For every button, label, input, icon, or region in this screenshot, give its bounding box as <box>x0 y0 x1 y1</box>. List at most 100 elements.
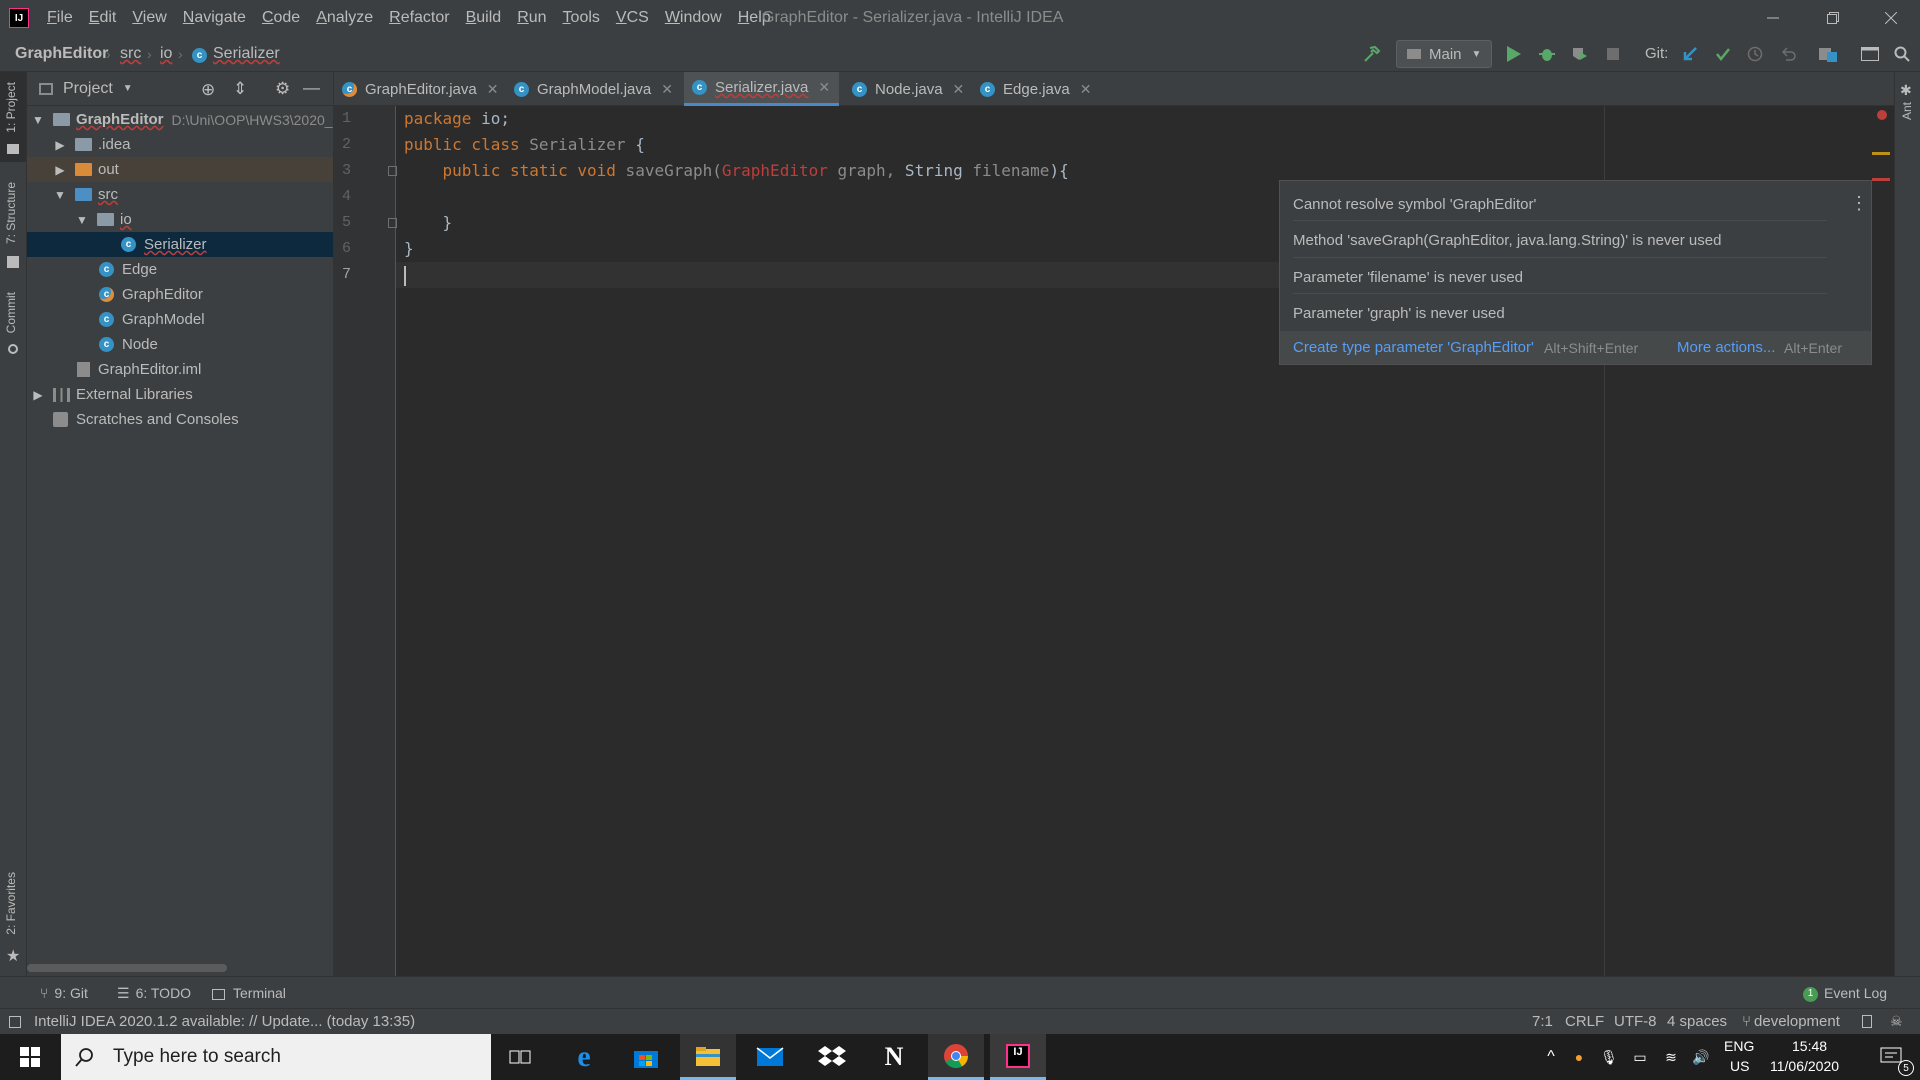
horizontal-scrollbar[interactable] <box>27 964 227 972</box>
taskbar-app-explorer[interactable] <box>680 1034 736 1080</box>
gear-icon[interactable]: ⚙ <box>275 79 290 99</box>
terminal-tool-button[interactable]: Terminal <box>212 977 286 1009</box>
close-tab-icon[interactable]: ✕ <box>953 81 965 98</box>
indent-setting[interactable]: 4 spaces <box>1667 1009 1727 1035</box>
tree-item-iml[interactable]: GraphEditor.iml <box>27 357 333 382</box>
tab-graphmodel[interactable]: c GraphModel.java ✕ <box>506 72 681 106</box>
collapsed-arrow-icon[interactable]: ▶ <box>53 163 67 177</box>
ant-icon[interactable]: ✱ <box>1900 82 1912 99</box>
debug-button[interactable] <box>1537 44 1557 64</box>
breadcrumb-io[interactable]: io <box>160 36 172 72</box>
action-center-button[interactable]: 5 <box>1862 1034 1920 1080</box>
taskbar-search-box[interactable]: Type here to search <box>61 1034 491 1080</box>
project-view-selector[interactable]: Project <box>63 80 113 98</box>
popup-problem-item[interactable]: Parameter 'filename' is never used <box>1293 269 1523 286</box>
taskbar-app-intellij[interactable]: IJ <box>990 1034 1046 1080</box>
more-options-icon[interactable]: ⋮ <box>1850 194 1868 212</box>
popup-problem-item[interactable]: Method 'saveGraph(GraphEditor, java.lang… <box>1293 232 1721 249</box>
minimize-button[interactable] <box>1744 0 1802 36</box>
git-rollback-button[interactable] <box>1778 44 1798 64</box>
close-tab-icon[interactable]: ✕ <box>818 79 830 96</box>
close-window-button[interactable] <box>1862 0 1920 36</box>
tab-serializer[interactable]: c Serializer.java ✕ <box>684 72 839 106</box>
expanded-arrow-icon[interactable]: ▼ <box>31 113 45 127</box>
popup-problem-item[interactable]: Parameter 'graph' is never used <box>1293 305 1505 322</box>
wifi-icon[interactable]: ≋ <box>1660 1034 1682 1080</box>
taskbar-app-store[interactable] <box>618 1034 674 1080</box>
lock-icon[interactable] <box>1862 1015 1872 1028</box>
project-tool-tab[interactable]: 1: Project <box>0 72 26 162</box>
structure-tool-tab[interactable]: 7: Structure <box>0 182 26 272</box>
create-type-parameter-link[interactable]: Create type parameter 'GraphEditor' <box>1293 339 1534 356</box>
volume-icon[interactable]: 🔊 <box>1690 1034 1712 1080</box>
error-stripe[interactable] <box>1870 106 1894 976</box>
show-hidden-icons-chevron-icon[interactable]: ^ <box>1540 1034 1562 1080</box>
tree-item-node[interactable]: c Node <box>27 332 333 357</box>
menu-build[interactable]: Build <box>458 0 510 36</box>
taskbar-app-chrome[interactable] <box>928 1034 984 1080</box>
warning-marker[interactable] <box>1872 152 1890 155</box>
line-separator[interactable]: CRLF <box>1565 1009 1604 1035</box>
menu-view[interactable]: View <box>124 0 174 36</box>
input-language-indicator[interactable]: ENG US <box>1718 1034 1758 1080</box>
menu-file[interactable]: File <box>39 0 81 36</box>
menu-window[interactable]: Window <box>657 0 730 36</box>
microphone-icon[interactable]: 🎙 <box>1598 1034 1620 1080</box>
close-tab-icon[interactable]: ✕ <box>661 81 673 98</box>
favorites-tool-tab[interactable]: 2: Favorites ★ <box>0 872 26 972</box>
caret-position[interactable]: 7:1 <box>1532 1009 1553 1035</box>
run-button[interactable] <box>1504 44 1524 64</box>
git-commit-button[interactable] <box>1713 44 1733 64</box>
tree-item-src[interactable]: ▼ src <box>27 182 333 207</box>
git-update-button[interactable] <box>1680 44 1700 64</box>
run-configuration-dropdown[interactable]: Main ▼ <box>1396 40 1492 68</box>
search-everywhere-button[interactable] <box>1892 44 1912 64</box>
menu-code[interactable]: Code <box>254 0 308 36</box>
breadcrumb-project[interactable]: GraphEditor <box>15 36 108 72</box>
tool-windows-toggle-icon[interactable] <box>9 1016 21 1028</box>
collapsed-arrow-icon[interactable]: ▶ <box>53 138 67 152</box>
tab-grapheditor[interactable]: c GraphEditor.java ✕ <box>334 72 506 106</box>
tree-item-io[interactable]: ▼ io <box>27 207 333 232</box>
status-message[interactable]: IntelliJ IDEA 2020.1.2 available: // Upd… <box>34 1009 415 1035</box>
inspector-icon[interactable]: ☠ <box>1890 1013 1903 1030</box>
menu-analyze[interactable]: Analyze <box>308 0 381 36</box>
tree-item-external-libraries[interactable]: ▶ External Libraries <box>27 382 333 407</box>
tab-node[interactable]: c Node.java ✕ <box>844 72 972 106</box>
tree-item-scratches[interactable]: Scratches and Consoles <box>27 407 333 432</box>
tree-item-graphmodel[interactable]: c GraphModel <box>27 307 333 332</box>
git-branch-widget[interactable]: ⑂ development <box>1742 1009 1840 1035</box>
error-indicator-icon[interactable] <box>1877 110 1887 120</box>
clock[interactable]: 15:48 11/06/2020 <box>1768 1034 1852 1080</box>
file-encoding[interactable]: UTF-8 <box>1614 1009 1657 1035</box>
error-marker[interactable] <box>1872 178 1890 181</box>
collapsed-arrow-icon[interactable]: ▶ <box>31 388 45 402</box>
hide-panel-icon[interactable]: — <box>303 78 320 98</box>
event-log-button[interactable]: 1 Event Log <box>1803 977 1887 1009</box>
menu-run[interactable]: Run <box>509 0 554 36</box>
taskbar-app-mail[interactable] <box>742 1034 798 1080</box>
menu-refactor[interactable]: Refactor <box>381 0 457 36</box>
taskbar-app-dropbox[interactable] <box>804 1034 860 1080</box>
expanded-arrow-icon[interactable]: ▼ <box>53 188 67 202</box>
breadcrumb-src[interactable]: src <box>120 36 141 72</box>
close-tab-icon[interactable]: ✕ <box>1080 81 1092 98</box>
popup-problem-item[interactable]: Cannot resolve symbol 'GraphEditor' <box>1293 196 1536 213</box>
build-hammer-icon[interactable] <box>1362 44 1382 64</box>
locate-target-icon[interactable]: ⊕ <box>201 80 215 100</box>
restore-button[interactable] <box>1804 0 1862 36</box>
git-tool-button[interactable]: ⑂ 9: Git <box>40 977 88 1009</box>
menu-vcs[interactable]: VCS <box>608 0 657 36</box>
tree-item-out[interactable]: ▶ out <box>27 157 333 182</box>
ant-tab-label[interactable]: Ant <box>1900 102 1914 120</box>
close-tab-icon[interactable]: ✕ <box>487 81 499 98</box>
menu-navigate[interactable]: Navigate <box>175 0 254 36</box>
presentation-mode-button[interactable] <box>1860 44 1880 64</box>
tab-edge[interactable]: c Edge.java ✕ <box>972 72 1099 106</box>
start-button[interactable] <box>0 1034 60 1080</box>
menu-edit[interactable]: Edit <box>81 0 125 36</box>
project-structure-button[interactable] <box>1818 44 1838 64</box>
tree-item-idea[interactable]: ▶ .idea <box>27 132 333 157</box>
tree-item-edge[interactable]: c Edge <box>27 257 333 282</box>
commit-tool-tab[interactable]: Commit <box>0 292 26 362</box>
